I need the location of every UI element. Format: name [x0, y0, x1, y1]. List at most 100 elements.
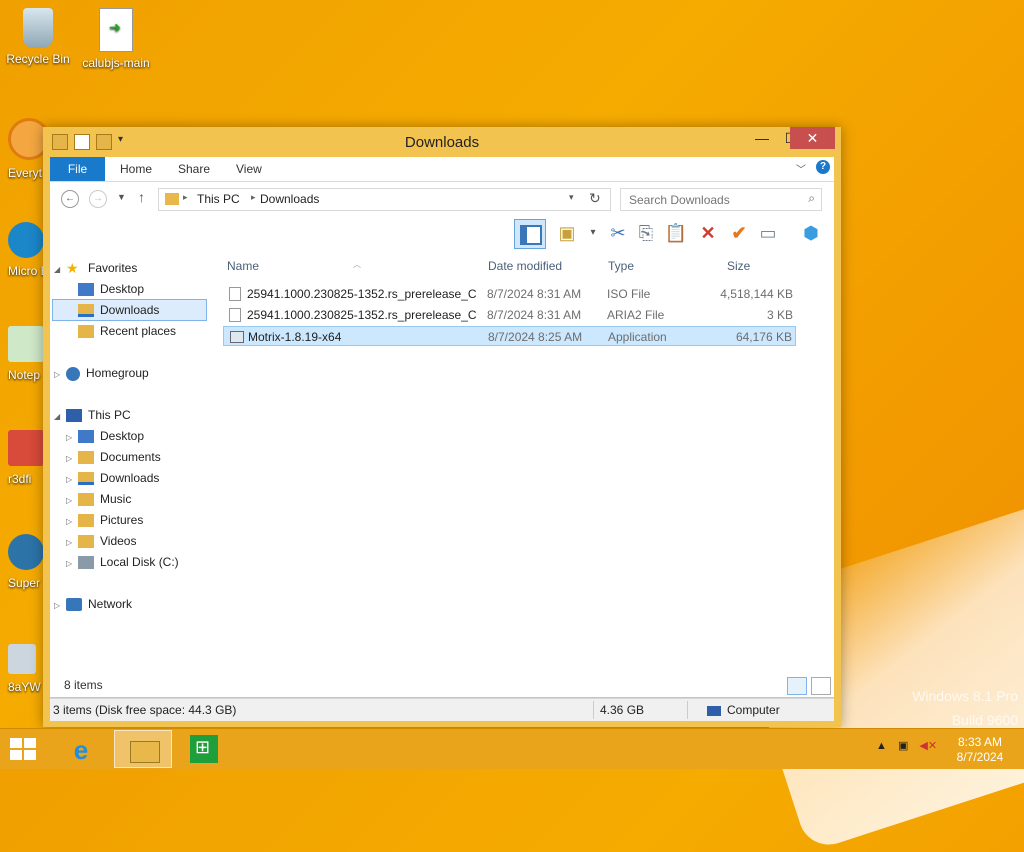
- file-row[interactable]: 25941.1000.230825-1352.rs_prerelease_CLI…: [223, 284, 796, 304]
- nav-this-pc[interactable]: ◢ This PC: [54, 405, 131, 425]
- file-size: 3 KB: [766, 308, 793, 322]
- nav-pc-videos[interactable]: ▷ Videos: [66, 531, 136, 551]
- address-bar[interactable]: ▸ This PC ▸ Downloads ▾ ↻: [158, 188, 611, 211]
- forward-button[interactable]: →: [89, 190, 107, 208]
- start-button[interactable]: [10, 738, 36, 760]
- address-history-dropdown[interactable]: ▾: [569, 192, 574, 203]
- expand-arrow-icon[interactable]: ▷: [54, 365, 62, 385]
- tab-file[interactable]: File: [50, 157, 105, 181]
- file-explorer-taskbar-button[interactable]: [114, 730, 172, 768]
- desktop-icon-r3dfi[interactable]: r3dfi: [8, 430, 44, 486]
- help-icon[interactable]: ?: [816, 160, 830, 174]
- move-to-icon[interactable]: ▣: [554, 220, 580, 246]
- file-list: Name ︿ Date modified Type Size 25941.1000…: [215, 250, 834, 695]
- taskbar-clock[interactable]: 8:33 AM 8/7/2024: [944, 735, 1016, 765]
- edge-icon: [8, 222, 44, 258]
- breadcrumb-separator-icon[interactable]: ▸: [183, 192, 188, 203]
- copy-icon[interactable]: ⎘: [633, 220, 659, 246]
- up-button[interactable]: ↑: [138, 189, 145, 205]
- search-icon[interactable]: ⌕: [808, 191, 815, 206]
- close-button[interactable]: ✕: [790, 127, 835, 149]
- breadcrumb-separator-icon[interactable]: ▸: [251, 192, 256, 203]
- column-header-date[interactable]: Date modified: [488, 259, 562, 273]
- desktop-icon-super[interactable]: Super: [8, 534, 44, 590]
- expand-arrow-icon[interactable]: ▷: [66, 428, 74, 448]
- expand-arrow-icon[interactable]: ▷: [66, 470, 74, 490]
- command-toolbar: ▣ ▾ ✂ ⎘ 📋 ✕ ✔ ▭ ⬢: [50, 216, 834, 250]
- nav-item-downloads[interactable]: Downloads: [52, 299, 207, 321]
- desktop-icon-recycle-bin[interactable]: Recycle Bin: [2, 8, 74, 66]
- minimize-button[interactable]: —: [747, 127, 777, 149]
- nav-pc-pictures[interactable]: ▷ Pictures: [66, 510, 143, 530]
- show-hidden-icons-icon[interactable]: ▲: [876, 740, 887, 752]
- paste-icon[interactable]: 📋: [663, 220, 689, 246]
- collapse-arrow-icon[interactable]: ◢: [54, 260, 62, 280]
- nav-label: Homegroup: [86, 366, 149, 380]
- expand-arrow-icon[interactable]: ▷: [66, 554, 74, 574]
- column-header-size[interactable]: Size: [727, 259, 750, 273]
- desktop-icon: [78, 283, 94, 297]
- start-logo-icon: [10, 738, 22, 748]
- file-row-selected[interactable]: Motrix-1.8.19-x64 8/7/2024 8:25 AM Appli…: [223, 326, 796, 346]
- collapse-arrow-icon[interactable]: ◢: [54, 407, 62, 427]
- nav-label: Documents: [100, 450, 161, 464]
- select-icon[interactable]: ✔: [726, 220, 752, 246]
- desktop-icon-8ayw[interactable]: 8aYW: [8, 644, 41, 694]
- expand-arrow-icon[interactable]: ▷: [54, 596, 62, 616]
- properties-icon[interactable]: ⬢: [798, 220, 824, 246]
- nav-network[interactable]: ▷ Network: [54, 594, 132, 614]
- application-icon: [230, 331, 244, 343]
- tab-home[interactable]: Home: [120, 157, 152, 181]
- breadcrumb-downloads[interactable]: Downloads: [260, 192, 319, 206]
- nav-pc-music[interactable]: ▷ Music: [66, 489, 131, 509]
- windows-watermark: Windows 8.1 Pro Build 9600: [912, 684, 1018, 732]
- refresh-icon[interactable]: ↻: [589, 190, 601, 207]
- file-name: 25941.1000.230825-1352.rs_prerelease_CLI…: [247, 287, 477, 301]
- back-button[interactable]: ←: [61, 190, 79, 208]
- expand-arrow-icon[interactable]: ▷: [66, 491, 74, 511]
- delete-icon[interactable]: ✕: [695, 220, 721, 246]
- network-status-icon[interactable]: ▣: [898, 740, 908, 752]
- expand-arrow-icon[interactable]: ▷: [66, 512, 74, 532]
- status-location-label: Computer: [727, 703, 780, 717]
- column-header-type[interactable]: Type: [608, 259, 634, 273]
- nav-label: Videos: [100, 534, 137, 548]
- title-bar[interactable]: ▾ Downloads — ☐ ✕: [43, 127, 841, 157]
- column-header-name[interactable]: Name ︿: [227, 259, 361, 273]
- nav-pc-local-disk[interactable]: ▷ Local Disk (C:): [66, 552, 179, 572]
- watermark-edition: Windows 8.1 Pro: [912, 688, 1018, 704]
- recent-locations-dropdown[interactable]: ▼: [117, 192, 126, 202]
- nav-item-desktop[interactable]: Desktop: [50, 279, 206, 299]
- nav-favorites[interactable]: ◢ ★ Favorites: [54, 258, 137, 278]
- nav-pc-downloads[interactable]: ▷ Downloads: [66, 468, 159, 488]
- large-icons-view-icon[interactable]: [811, 677, 831, 695]
- cut-icon[interactable]: ✂: [605, 220, 631, 246]
- expand-arrow-icon[interactable]: ▷: [66, 533, 74, 553]
- desktop-icon-notepad[interactable]: Notep: [8, 326, 44, 382]
- search-input[interactable]: [621, 189, 801, 210]
- nav-item-recent-places[interactable]: Recent places: [78, 321, 176, 341]
- move-to-dropdown-icon[interactable]: ▾: [580, 220, 606, 246]
- downloads-folder-icon: [78, 304, 94, 318]
- details-view-icon[interactable]: [787, 677, 807, 695]
- desktop-icon-calubjs-main[interactable]: calubjs-main: [80, 8, 152, 70]
- store-icon[interactable]: [190, 735, 218, 763]
- nav-pc-desktop[interactable]: ▷ Desktop: [66, 426, 144, 446]
- breadcrumb-this-pc[interactable]: This PC: [197, 192, 240, 206]
- nav-label: Recent places: [100, 324, 177, 338]
- rename-icon[interactable]: ▭: [755, 220, 781, 246]
- internet-explorer-icon[interactable]: e: [66, 735, 96, 765]
- expand-ribbon-icon[interactable]: ﹀: [796, 161, 806, 176]
- search-box[interactable]: ⌕: [620, 188, 822, 211]
- tab-share[interactable]: Share: [178, 157, 210, 181]
- preview-pane-button[interactable]: [514, 219, 546, 249]
- file-date: 8/7/2024 8:31 AM: [487, 287, 582, 301]
- clock-time: 8:33 AM: [957, 735, 1003, 749]
- file-row[interactable]: 25941.1000.230825-1352.rs_prerelease_CLI…: [223, 305, 796, 325]
- nav-pc-documents[interactable]: ▷ Documents: [66, 447, 161, 467]
- volume-muted-icon[interactable]: ◀✕: [919, 740, 937, 752]
- nav-homegroup[interactable]: ▷ Homegroup: [54, 363, 149, 383]
- expand-arrow-icon[interactable]: ▷: [66, 449, 74, 469]
- status-divider: [687, 701, 688, 719]
- tab-view[interactable]: View: [236, 157, 262, 181]
